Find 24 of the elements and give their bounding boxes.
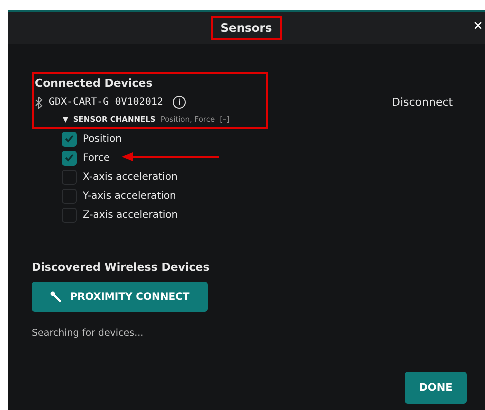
checkbox[interactable]	[62, 188, 77, 204]
channel-label[interactable]: Position	[83, 134, 122, 144]
checkbox[interactable]	[62, 170, 77, 184]
info-icon[interactable]: i	[173, 96, 186, 109]
disconnect-button[interactable]: Disconnect	[392, 96, 454, 109]
dialog-title: Sensors	[210, 16, 282, 40]
channel-label[interactable]: Force	[83, 152, 110, 164]
checkbox[interactable]	[62, 208, 77, 222]
channel-label[interactable]: Z-axis acceleration	[83, 210, 178, 220]
channel-label[interactable]: X-axis acceleration	[83, 172, 178, 182]
checkbox[interactable]	[62, 150, 77, 166]
status-text: Searching for devices...	[32, 328, 144, 339]
section-heading: Discovered Wireless Devices	[32, 261, 210, 274]
section-heading: Connected Devices	[35, 77, 154, 90]
device-name: GDX-CART-G 0V102012	[49, 97, 164, 108]
bluetooth-icon	[35, 96, 43, 108]
checkbox[interactable]	[62, 132, 77, 146]
wand-icon	[50, 290, 64, 304]
close-button[interactable]: ×	[474, 18, 483, 36]
proximity-connect-button[interactable]: PROXIMITY CONNECT	[32, 282, 208, 312]
checkmark-icon	[65, 154, 74, 162]
channel-label[interactable]: Y-axis acceleration	[83, 190, 176, 202]
checkmark-icon	[65, 135, 74, 143]
done-button[interactable]: DONE	[405, 372, 467, 404]
